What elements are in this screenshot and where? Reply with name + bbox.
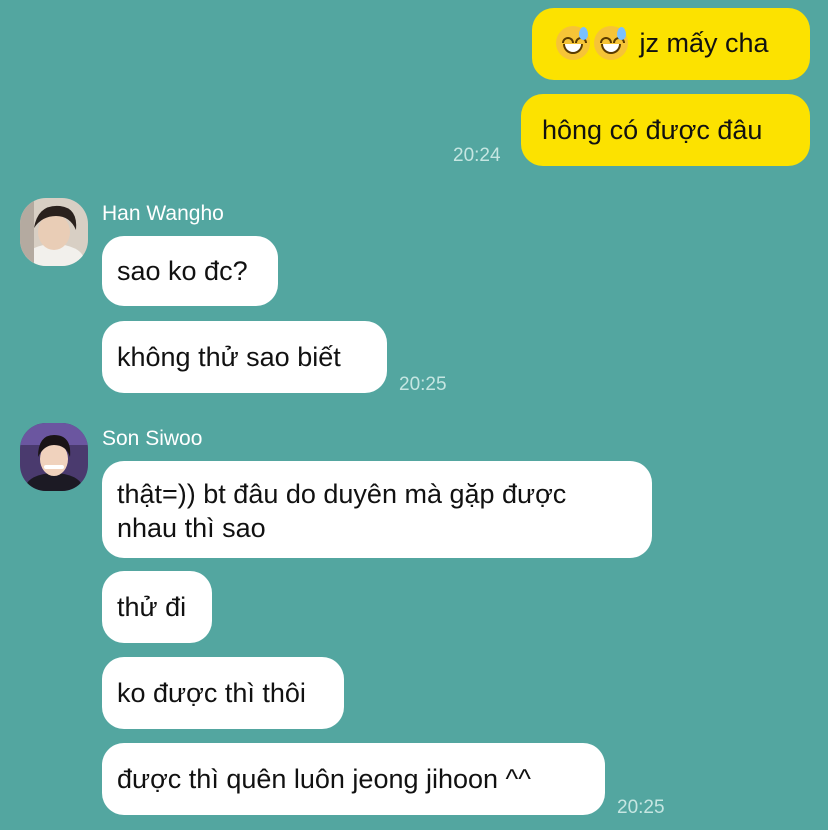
message-bubble-self[interactable]: hông có được đâu bbox=[521, 94, 810, 166]
message-bubble[interactable]: được thì quên luôn jeong jihoon ^^ bbox=[102, 743, 605, 815]
message-bubble[interactable]: không thử sao biết bbox=[102, 321, 387, 393]
sender-name: Son Siwoo bbox=[102, 427, 203, 450]
timestamp: 20:25 bbox=[617, 797, 665, 818]
timestamp: 20:24 bbox=[453, 145, 501, 166]
message-text: hông có được đâu bbox=[542, 115, 763, 145]
sweat-smile-icon bbox=[556, 25, 590, 60]
message-bubble[interactable]: thật=)) bt đâu do duyên mà gặp được nhau… bbox=[102, 461, 652, 558]
message-bubble-self[interactable]: jz mấy cha bbox=[532, 8, 810, 80]
sweat-smile-icon bbox=[594, 25, 628, 60]
message-bubble[interactable]: ko được thì thôi bbox=[102, 657, 344, 729]
message-text: được thì quên luôn jeong jihoon ^^ bbox=[117, 764, 531, 794]
message-text: ko được thì thôi bbox=[117, 678, 306, 708]
message-text: jz mấy cha bbox=[639, 28, 769, 58]
message-text: thật=)) bt đâu do duyên mà gặp được bbox=[117, 479, 567, 509]
sender-name: Han Wangho bbox=[102, 202, 224, 225]
message-text: nhau thì sao bbox=[117, 513, 266, 543]
timestamp: 20:25 bbox=[399, 374, 447, 395]
avatar-han-wangho[interactable] bbox=[20, 198, 88, 266]
message-bubble[interactable]: sao ko đc? bbox=[102, 236, 278, 306]
message-text: sao ko đc? bbox=[117, 256, 248, 286]
avatar-son-siwoo[interactable] bbox=[20, 423, 88, 491]
message-text: thử đi bbox=[117, 592, 187, 622]
message-bubble[interactable]: thử đi bbox=[102, 571, 212, 643]
message-text: không thử sao biết bbox=[117, 342, 341, 372]
